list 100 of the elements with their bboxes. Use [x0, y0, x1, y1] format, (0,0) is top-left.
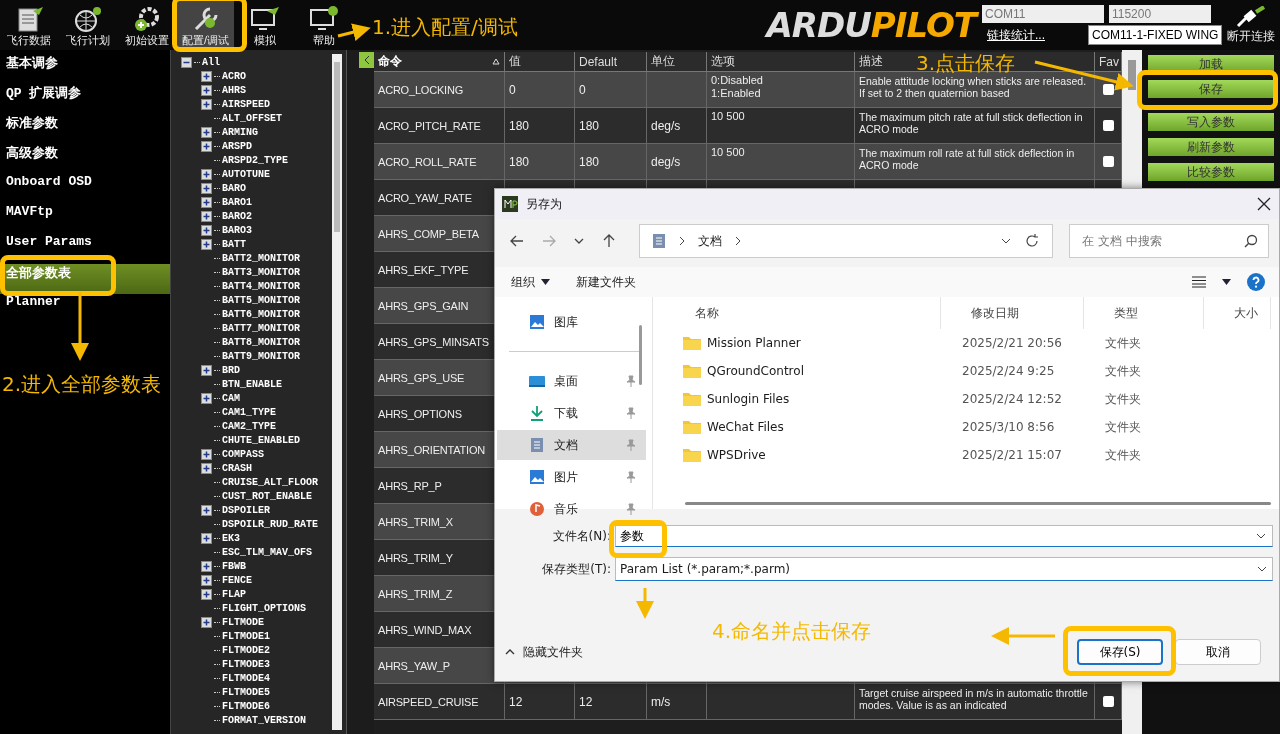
tree-item[interactable]: BARO [222, 182, 246, 194]
tree-item[interactable]: FBWB [222, 560, 246, 572]
favorite-checkbox[interactable] [1102, 84, 1114, 95]
column-header[interactable]: Default [579, 54, 618, 69]
tree-item[interactable]: CUST_ROT_ENABLE [222, 490, 312, 502]
expander-icon[interactable] [201, 182, 212, 194]
organize-menu[interactable]: 组织 [511, 273, 550, 291]
tree-item[interactable]: DSPOILER [222, 504, 270, 516]
expander-icon[interactable] [201, 98, 212, 110]
tree-item[interactable]: ARSPD2_TYPE [222, 154, 288, 166]
search-field[interactable]: 在 文档 中搜索 [1080, 233, 1244, 249]
tree-item[interactable]: EK3 [222, 532, 240, 544]
filename-field[interactable]: 参数 [615, 525, 1273, 547]
tree-item[interactable]: FLTMODE5 [222, 686, 270, 698]
sidebar-item[interactable]: 全部参数表 [0, 264, 170, 294]
tree-item[interactable]: BATT6_MONITOR [222, 308, 300, 320]
column-header[interactable]: 修改日期 [971, 304, 1019, 322]
stats-link[interactable]: 链接统计... [987, 26, 1045, 44]
new-folder-button[interactable]: 新建文件夹 [576, 273, 636, 291]
close-icon[interactable] [1257, 197, 1271, 211]
tree-item[interactable]: FENCE [222, 574, 252, 586]
tree-item[interactable]: FORMAT_VERSION [222, 714, 306, 726]
caret-icon[interactable] [1222, 279, 1231, 285]
expander-icon[interactable] [201, 70, 212, 82]
expander-icon[interactable] [201, 448, 212, 460]
toolbar-button[interactable]: 帮助 [295, 0, 352, 50]
tree-item[interactable]: CAM1_TYPE [222, 406, 276, 418]
toolbar-button[interactable]: 初始设置 [118, 0, 175, 50]
column-header[interactable]: 值 [509, 53, 521, 70]
column-header[interactable]: 大小 [1234, 304, 1258, 322]
tree-item[interactable]: BATT9_MONITOR [222, 350, 300, 362]
port-dropdown[interactable]: COM11 [982, 5, 1104, 23]
expander-icon[interactable] [201, 392, 212, 404]
column-header[interactable]: 名称 [695, 304, 719, 322]
tree-item[interactable]: ARMING [222, 126, 258, 138]
tree-item[interactable]: DSPOILR_RUD_RATE [222, 518, 318, 530]
expander-icon[interactable] [201, 588, 212, 600]
tree-item[interactable]: CAM [222, 392, 240, 404]
address-bar[interactable]: 文档 [639, 224, 1053, 258]
file-row[interactable]: Sunlogin Files 2025/2/24 12:52 文件夹 [665, 385, 1271, 413]
expander-icon[interactable] [201, 574, 212, 586]
scrollbar-thumb[interactable] [1128, 60, 1136, 90]
expander-icon[interactable] [201, 224, 212, 236]
sidebar-item[interactable]: MAVFtp [0, 204, 170, 234]
column-header[interactable]: 类型 [1114, 304, 1138, 322]
tree-item[interactable]: FLTMODE2 [222, 644, 270, 656]
tree-item[interactable]: BATT5_MONITOR [222, 294, 300, 306]
search-box[interactable]: 在 文档 中搜索 [1069, 224, 1269, 258]
toolbar-button[interactable]: 模拟 [236, 0, 293, 50]
tree-item[interactable]: ACRO [222, 70, 246, 82]
action-button[interactable]: 写入参数 [1148, 113, 1274, 131]
tree-item[interactable]: FLTMODE [222, 616, 264, 628]
expander-icon[interactable] [201, 532, 212, 544]
disconnect-button[interactable]: 断开连接 [1222, 0, 1280, 50]
expander-icon[interactable] [201, 504, 212, 516]
sidebar-item[interactable]: Onboard OSD [0, 174, 170, 204]
tree-item[interactable]: BATT2_MONITOR [222, 252, 300, 264]
tree-item[interactable]: BATT3_MONITOR [222, 266, 300, 278]
tree-item[interactable]: COMPASS [222, 448, 264, 460]
tree-item[interactable]: BTN_ENABLE [222, 378, 282, 390]
tree-item[interactable]: All [202, 56, 220, 68]
filetype-dropdown[interactable]: Param List (*.param;*.parm) [615, 557, 1273, 581]
tree-item[interactable]: ARSPD [222, 140, 252, 152]
expander-icon[interactable] [201, 168, 212, 180]
tree-item[interactable]: FLTMODE3 [222, 658, 270, 670]
column-header[interactable]: 命令 [378, 53, 402, 70]
tree-item[interactable]: BRD [222, 364, 240, 376]
nav-item[interactable]: 文档 [497, 430, 646, 460]
tree-item[interactable]: FLTMODE1 [222, 630, 270, 642]
tree-item[interactable]: CRUISE_ALT_FLOOR [222, 476, 318, 488]
up-arrow-icon[interactable] [601, 233, 617, 249]
tree-item[interactable]: BARO1 [222, 196, 252, 208]
column-header[interactable]: Fav [1099, 54, 1119, 69]
tree-item[interactable]: CAM2_TYPE [222, 420, 276, 432]
expander-icon[interactable] [201, 560, 212, 572]
hide-folders-toggle[interactable]: 隐藏文件夹 [505, 643, 583, 661]
favorite-checkbox[interactable] [1102, 120, 1114, 131]
tree-item[interactable]: FLAP [222, 588, 246, 600]
tree-item[interactable]: CHUTE_ENABLED [222, 434, 300, 446]
tree-item[interactable]: ALT_OFFSET [222, 112, 282, 124]
tree-item[interactable]: BATT8_MONITOR [222, 336, 300, 348]
scrollbar-thumb[interactable] [334, 62, 340, 232]
tree-item[interactable]: BATT4_MONITOR [222, 280, 300, 292]
expander-icon[interactable] [201, 84, 212, 96]
action-button[interactable]: 比较参数 [1148, 163, 1274, 181]
baud-dropdown[interactable]: 115200 [1109, 5, 1211, 23]
vehicle-dropdown[interactable]: COM11-1-FIXED WING [1088, 25, 1222, 45]
tree-item[interactable]: FLTMODE4 [222, 672, 270, 684]
file-row[interactable]: WPSDrive 2025/2/21 15:07 文件夹 [665, 441, 1271, 469]
cancel-button[interactable]: 取消 [1175, 639, 1261, 665]
file-row[interactable]: WeChat Files 2025/3/10 8:56 文件夹 [665, 413, 1271, 441]
tree-item[interactable]: BARO3 [222, 224, 252, 236]
expander-icon[interactable] [201, 196, 212, 208]
tree-item[interactable]: ESC_TLM_MAV_OFS [222, 546, 312, 558]
tree-item[interactable]: AHRS [222, 84, 246, 96]
tree-item[interactable]: FLTMODE6 [222, 700, 270, 712]
toolbar-button[interactable]: 飞行计划 [59, 0, 116, 50]
action-button[interactable]: 刷新参数 [1148, 138, 1274, 156]
column-header[interactable]: 选项 [711, 53, 735, 70]
tree-item[interactable]: CRASH [222, 462, 252, 474]
